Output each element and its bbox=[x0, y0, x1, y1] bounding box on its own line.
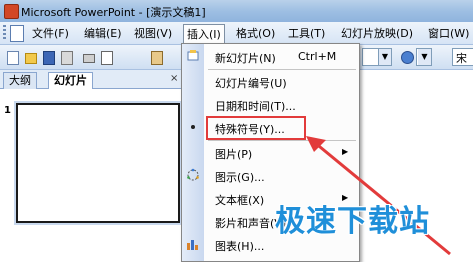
menu-grip-handle[interactable] bbox=[3, 25, 6, 41]
menu-bar: 文件(F) 编辑(E) 视图(V) 插入(I) 格式(O) 工具(T) 幻灯片放… bbox=[0, 22, 473, 45]
menu-item-date-time[interactable]: 日期和时间(T)... bbox=[182, 94, 359, 116]
close-icon[interactable]: × bbox=[170, 73, 178, 84]
font-name-value: 宋 bbox=[456, 52, 467, 65]
menu-item-shortcut: Ctrl+M bbox=[298, 50, 337, 63]
menu-item-label: 日期和时间(T)... bbox=[215, 100, 296, 113]
watermark-text: 极速下载站 bbox=[275, 204, 430, 239]
chevron-down-icon[interactable]: ▼ bbox=[418, 49, 431, 65]
print-icon[interactable] bbox=[80, 49, 97, 66]
window-title: Microsoft PowerPoint - [演示文稿1] bbox=[21, 6, 206, 19]
permission-icon[interactable] bbox=[58, 49, 75, 66]
menu-insert[interactable]: 插入(I) bbox=[183, 24, 225, 45]
menu-window[interactable]: 窗口(W) bbox=[428, 26, 469, 42]
menu-item-label: 新幻灯片(N) bbox=[215, 52, 276, 65]
diagram-icon bbox=[187, 168, 199, 181]
font-size-combo[interactable]: ▼ bbox=[362, 48, 392, 66]
print-preview-icon[interactable] bbox=[98, 49, 115, 66]
help-dropdown[interactable]: ▼ bbox=[416, 48, 432, 66]
chevron-down-icon[interactable]: ▼ bbox=[378, 49, 391, 65]
title-bar: Microsoft PowerPoint - [演示文稿1] bbox=[0, 0, 473, 23]
menu-separator bbox=[208, 69, 356, 70]
font-name-combo[interactable]: 宋 bbox=[452, 48, 473, 66]
menu-item-label: 图表(H)... bbox=[215, 240, 265, 253]
menu-item-label: 图片(P) bbox=[215, 148, 253, 161]
pane-tabs: 大纲 幻灯片 × bbox=[0, 70, 183, 90]
new-icon[interactable] bbox=[4, 49, 21, 66]
menu-item-label: 文本框(X) bbox=[215, 194, 265, 207]
slides-pane: 1 bbox=[0, 89, 184, 260]
menu-tools[interactable]: 工具(T) bbox=[288, 26, 325, 42]
menu-item-slide-number[interactable]: 幻灯片编号(U) bbox=[182, 71, 359, 93]
bullet-icon bbox=[191, 125, 195, 129]
slide-number: 1 bbox=[4, 105, 11, 116]
open-icon[interactable] bbox=[22, 49, 39, 66]
new-slide-icon bbox=[187, 50, 199, 61]
menu-item-new-slide[interactable]: 新幻灯片(N) Ctrl+M bbox=[182, 46, 359, 68]
menu-view[interactable]: 视图(V) bbox=[134, 26, 172, 42]
menu-file[interactable]: 文件(F) bbox=[32, 26, 69, 42]
tab-slides[interactable]: 幻灯片 bbox=[48, 72, 93, 90]
save-icon[interactable] bbox=[40, 49, 57, 66]
help-icon[interactable] bbox=[398, 49, 415, 66]
paste-icon[interactable] bbox=[148, 49, 165, 66]
menu-item-label: 图示(G)... bbox=[215, 171, 265, 184]
highlight-annotation-box bbox=[206, 116, 306, 140]
powerpoint-app-icon bbox=[4, 4, 19, 19]
document-icon[interactable] bbox=[10, 25, 24, 42]
menu-format[interactable]: 格式(O) bbox=[236, 26, 275, 42]
tab-outline[interactable]: 大纲 bbox=[3, 72, 37, 89]
slide-thumbnail[interactable] bbox=[16, 103, 180, 223]
chart-icon bbox=[187, 240, 198, 250]
menu-slideshow[interactable]: 幻灯片放映(D) bbox=[341, 26, 413, 42]
menu-edit[interactable]: 编辑(E) bbox=[84, 26, 122, 42]
menu-item-label: 幻灯片编号(U) bbox=[215, 77, 287, 90]
